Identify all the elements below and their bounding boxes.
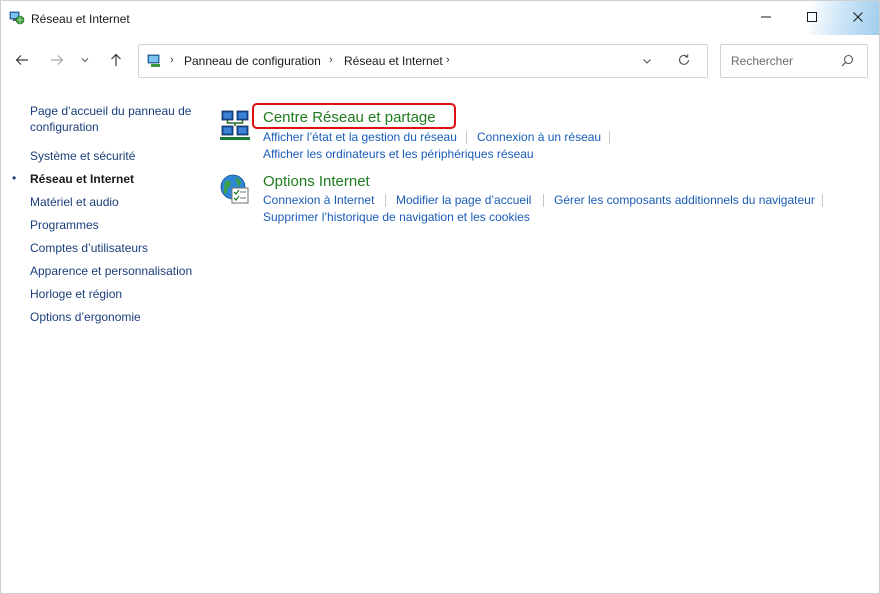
address-bar[interactable]: › Panneau de configuration › Réseau et I… — [138, 44, 708, 78]
task-manage-addons[interactable]: Gérer les composants additionnels du nav… — [554, 193, 815, 207]
task-separator — [609, 131, 610, 144]
breadcrumb-control-panel[interactable]: Panneau de configuration — [184, 54, 321, 68]
category-title-network-sharing[interactable]: Centre Réseau et partage — [263, 109, 436, 126]
task-separator — [466, 131, 467, 144]
task-view-network-status[interactable]: Afficher l’état et la gestion du réseau — [263, 130, 457, 144]
chevron-down-icon — [80, 54, 90, 68]
breadcrumb-separator: › — [446, 54, 450, 66]
task-separator — [385, 194, 386, 207]
close-icon — [852, 11, 864, 26]
sidebar-item-label: configuration — [30, 120, 99, 134]
forward-button[interactable] — [44, 48, 70, 74]
arrow-up-icon — [109, 53, 123, 70]
globe-settings-icon — [219, 173, 251, 205]
title-bar[interactable]: Réseau et Internet — [1, 1, 879, 35]
chevron-down-icon — [641, 56, 653, 70]
sidebar-item-clock-region[interactable]: Horloge et région — [30, 286, 122, 302]
window-title: Réseau et Internet — [31, 12, 130, 26]
refresh-button[interactable] — [677, 53, 691, 70]
breadcrumb-separator: › — [329, 54, 333, 66]
minimize-icon — [760, 11, 772, 26]
breadcrumb-network-internet[interactable]: Réseau et Internet — [344, 54, 443, 68]
sidebar-item-hardware-sound[interactable]: Matériel et audio — [30, 194, 119, 210]
search-input[interactable] — [729, 52, 843, 70]
task-connect-to-network[interactable]: Connexion à un réseau — [477, 130, 601, 144]
sidebar-item-network-internet[interactable]: Réseau et Internet — [30, 171, 134, 187]
address-dropdown-button[interactable] — [641, 55, 653, 70]
control-panel-window: Réseau et Internet › Panneau de configur… — [0, 0, 880, 594]
sidebar-item-programs[interactable]: Programmes — [30, 217, 99, 233]
close-button[interactable] — [835, 1, 880, 35]
sidebar-item-system-security[interactable]: Système et sécurité — [30, 148, 135, 164]
task-separator — [543, 194, 544, 207]
network-computers-icon — [219, 109, 251, 141]
breadcrumb-separator: › — [170, 54, 174, 66]
task-separator — [822, 194, 823, 207]
sidebar-item-ease-of-access[interactable]: Options d’ergonomie — [30, 309, 141, 325]
maximize-button[interactable] — [789, 1, 835, 35]
network-internet-icon — [9, 10, 25, 26]
up-button[interactable] — [103, 48, 129, 74]
control-panel-icon — [147, 53, 163, 69]
task-connect-internet[interactable]: Connexion à Internet — [263, 193, 374, 207]
search-icon[interactable] — [841, 54, 854, 70]
task-change-homepage[interactable]: Modifier la page d’accueil — [396, 193, 531, 207]
task-delete-browsing-history[interactable]: Supprimer l’historique de navigation et … — [263, 210, 530, 224]
sidebar-item-control-panel-home[interactable]: Page d’accueil du panneau de configurati… — [30, 103, 191, 135]
sidebar-item-user-accounts[interactable]: Comptes d’utilisateurs — [30, 240, 148, 256]
maximize-icon — [806, 11, 818, 26]
task-view-network-computers[interactable]: Afficher les ordinateurs et les périphér… — [263, 147, 534, 161]
arrow-left-icon — [15, 53, 29, 70]
sidebar-item-label: Page d’accueil du panneau de — [30, 104, 192, 118]
search-box[interactable] — [720, 44, 868, 78]
refresh-icon — [677, 54, 691, 70]
minimize-button[interactable] — [743, 1, 789, 35]
sidebar-item-appearance[interactable]: Apparence et personnalisation — [30, 263, 192, 279]
current-item-bullet: • — [12, 171, 17, 185]
category-title-internet-options[interactable]: Options Internet — [263, 173, 370, 190]
back-button[interactable] — [9, 48, 35, 74]
arrow-right-icon — [50, 53, 64, 70]
recent-locations-button[interactable] — [75, 48, 95, 74]
